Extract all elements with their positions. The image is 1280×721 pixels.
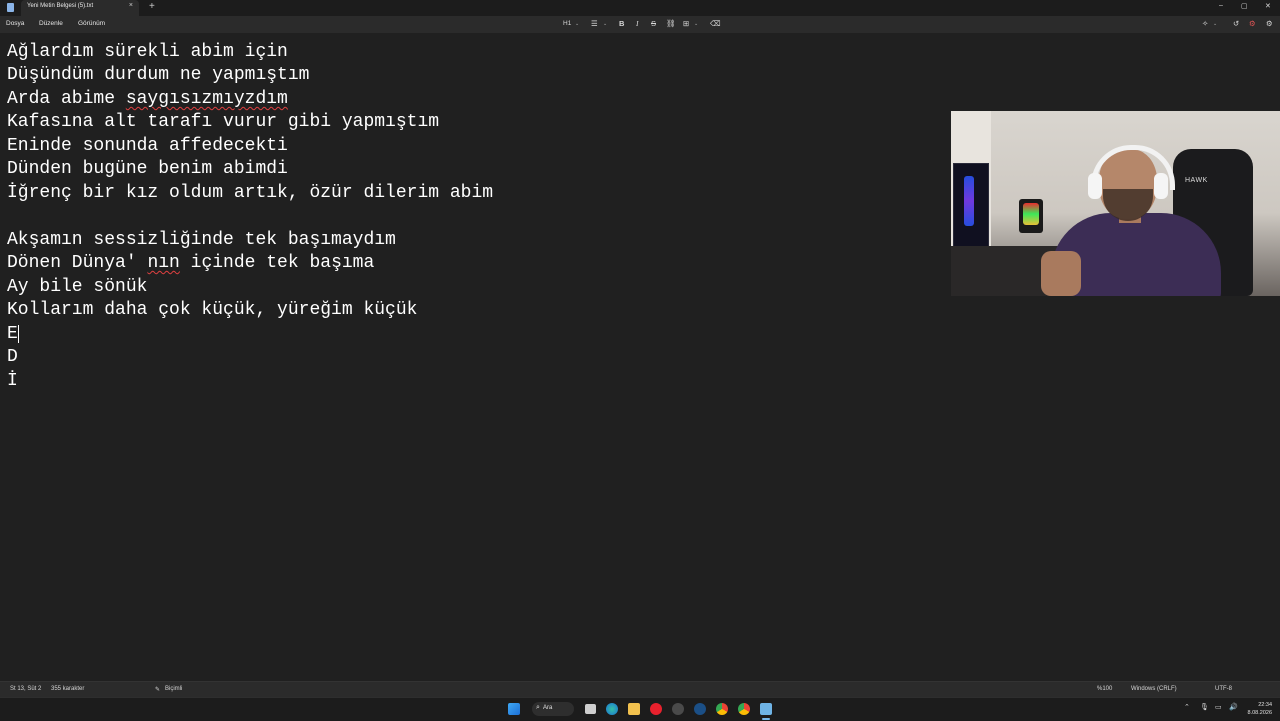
start-icon[interactable] [508, 703, 520, 715]
notepad-app-icon [7, 3, 14, 12]
title-bar: Yeni Metin Belgesi (5).txt × + – ▢ ✕ [0, 0, 1280, 16]
heading-dropdown-icon[interactable]: ⌄ [575, 21, 579, 27]
zoom-level[interactable]: %100 [1097, 686, 1112, 692]
menu-file[interactable]: Dosya [6, 20, 24, 27]
headphones-right-cup [1154, 173, 1168, 199]
format-icon[interactable]: ✎ [155, 686, 160, 693]
copilot-icon[interactable]: ✧ [1202, 19, 1208, 28]
taskbar-clock[interactable]: 22:34 8.08.2026 [1244, 701, 1272, 717]
taskbar-search[interactable]: ⌕ Ara [532, 702, 574, 716]
app-icon[interactable] [672, 703, 684, 715]
text-line-12: Kollarım daha çok küçük, yüreğim küçük [7, 300, 418, 320]
text-line-10-start: Dönen Dünya' [7, 253, 148, 273]
italic-button[interactable]: I [636, 19, 639, 28]
text-line-10: Dönen Dünya' nın içinde tek başıma [7, 252, 374, 275]
encoding[interactable]: UTF-8 [1215, 686, 1232, 692]
settings-gear-icon[interactable]: ⚙ [1249, 19, 1256, 28]
text-cursor [18, 325, 19, 343]
search-icon: ⌕ [536, 704, 540, 711]
text-line-10-end: içinde tek başıma [179, 253, 375, 273]
format-mode[interactable]: Biçimli [165, 686, 182, 692]
text-line-5: Eninde sonunda affedecekti [7, 136, 288, 156]
list-dropdown-icon[interactable]: ⌄ [603, 21, 607, 27]
text-line-4: Kafasına alt tarafı vurur gibi yapmıştım [7, 112, 440, 132]
menu-view[interactable]: Görünüm [78, 20, 105, 27]
edge-browser-icon[interactable] [606, 703, 618, 715]
history-icon[interactable]: ↺ [1233, 19, 1239, 28]
document-tab[interactable]: Yeni Metin Belgesi (5).txt × [21, 0, 139, 16]
text-line-15: İ [7, 371, 18, 391]
webcam-pc-case [953, 163, 989, 251]
text-line-3-start: Arda abime [7, 89, 126, 109]
clear-formatting-icon[interactable]: ⌫ [710, 19, 721, 28]
chrome-profile-icon[interactable] [738, 703, 750, 715]
notepad-taskbar-icon[interactable] [760, 703, 772, 715]
text-line-11: Ay bile sönük [7, 277, 148, 297]
text-line-9: Akşamın sessizliğinde tek başımaydım [7, 230, 396, 250]
webcam-person-arm [1041, 251, 1081, 296]
spelling-error[interactable]: nın [147, 253, 179, 273]
task-view-icon[interactable] [585, 704, 596, 714]
text-line-6: Dünden bugüne benim abimdi [7, 159, 288, 179]
table-dropdown-icon[interactable]: ⌄ [694, 21, 698, 27]
new-tab-button[interactable]: + [149, 1, 155, 12]
text-line-14: D [7, 347, 18, 367]
copilot-dropdown-icon[interactable]: ⌄ [1213, 21, 1217, 27]
webcam-speaker-lights [1023, 203, 1039, 225]
menu-bar: Dosya Düzenle Görünüm H1 ⌄ ☰ ⌄ B I S ⛓ ⊞… [0, 16, 1280, 33]
bold-button[interactable]: B [619, 19, 624, 28]
network-icon[interactable]: ▭ [1215, 703, 1222, 711]
volume-icon[interactable]: 🔊 [1229, 703, 1238, 711]
webcam-overlay: HAWK [951, 111, 1280, 296]
list-icon[interactable]: ☰ [591, 19, 598, 28]
text-line-3: Arda abime saygısızmıyzdım [7, 88, 288, 111]
microphone-icon[interactable]: 🎙 [1200, 703, 1209, 711]
settings-icon[interactable]: ⚙ [1266, 19, 1273, 28]
chrome-browser-icon[interactable] [716, 703, 728, 715]
file-explorer-icon[interactable] [628, 703, 640, 715]
search-label: Ara [543, 705, 553, 711]
text-line-2: Düşündüm durdum ne yapmıştım [7, 65, 310, 85]
text-line-13: E [7, 324, 18, 344]
clock-date: 8.08.2026 [1247, 710, 1272, 716]
taskbar: ⌕ Ara ⌃ 🎙 ▭ 🔊 22:34 8.08.2026 [0, 697, 1280, 721]
cursor-position[interactable]: St 13, Süt 2 [10, 686, 41, 692]
link-icon[interactable]: ⛓ [666, 19, 676, 28]
tray-overflow-icon[interactable]: ⌃ [1184, 703, 1190, 711]
clock-time: 22:34 [1258, 702, 1272, 708]
menu-edit[interactable]: Düzenle [39, 20, 63, 27]
text-line-1: Ağlardım sürekli abim için [7, 42, 288, 62]
heading-button[interactable]: H1 [563, 20, 571, 27]
line-ending[interactable]: Windows (CRLF) [1131, 686, 1177, 692]
maximize-button[interactable]: ▢ [1241, 2, 1248, 10]
close-window-button[interactable]: ✕ [1265, 2, 1271, 10]
spelling-error[interactable]: saygısızmıyzdım [126, 89, 288, 109]
steam-icon[interactable] [694, 703, 706, 715]
close-tab-icon[interactable]: × [129, 2, 133, 9]
opera-browser-icon[interactable] [650, 703, 662, 715]
tab-title: Yeni Metin Belgesi (5).txt [27, 3, 94, 9]
character-count: 355 karakter [51, 686, 85, 692]
webcam-speaker [1019, 199, 1043, 233]
minimize-button[interactable]: – [1219, 2, 1223, 9]
text-line-7: İğrenç bir kız oldum artık, özür dilerim… [7, 183, 494, 203]
chair-logo: HAWK [1185, 177, 1208, 184]
strikethrough-button[interactable]: S [651, 19, 656, 28]
headphones-left-cup [1088, 173, 1102, 199]
webcam-pc-lights [964, 176, 974, 226]
status-bar: St 13, Süt 2 355 karakter ✎ Biçimli %100… [0, 681, 1280, 698]
table-icon[interactable]: ⊞ [683, 19, 689, 28]
